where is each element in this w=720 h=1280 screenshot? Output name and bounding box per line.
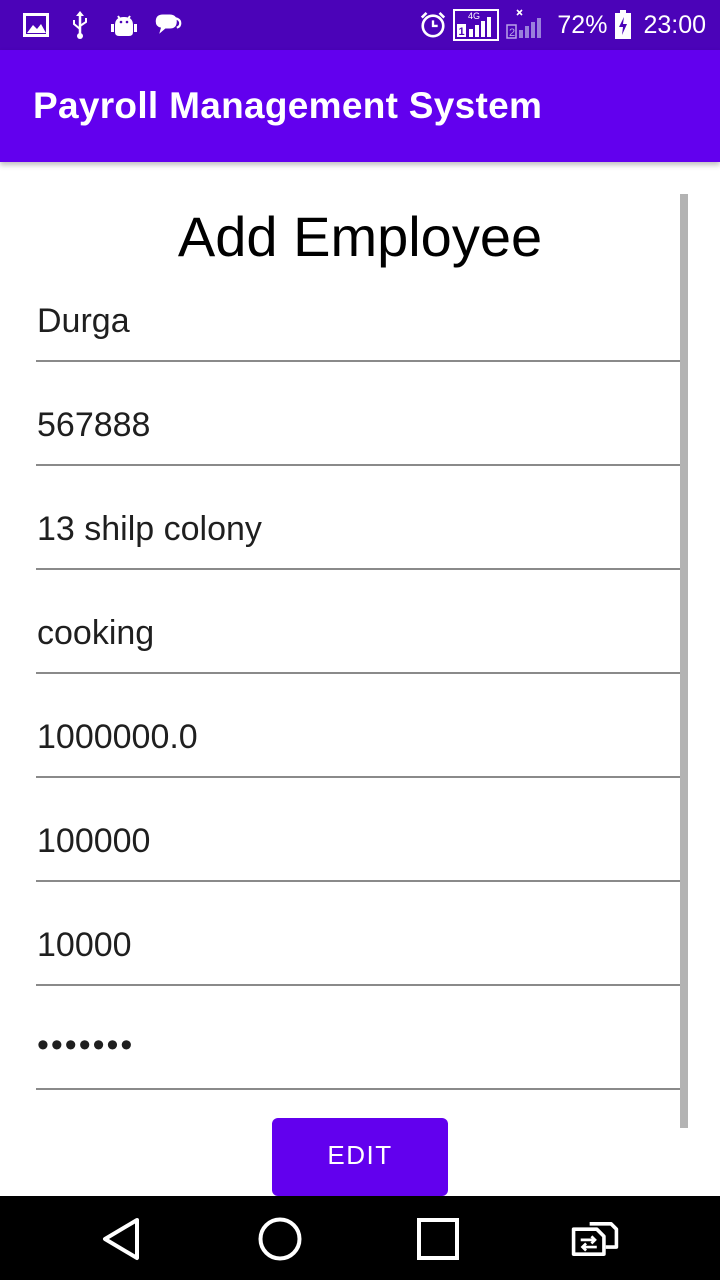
svg-text:1: 1 [459, 26, 465, 38]
alarm-icon [419, 11, 447, 39]
salary-field-value: 1000000.0 [37, 718, 198, 756]
address-field-value: 13 shilp colony [37, 510, 262, 548]
allowance-field[interactable]: 100000 [36, 812, 680, 882]
allowance-field-value: 100000 [37, 822, 151, 860]
gallery-icon [22, 11, 50, 39]
switch-sim-icon[interactable] [570, 1214, 620, 1264]
form-scroll-view[interactable]: Add Employee Durga 567888 13 shilp colon… [0, 162, 720, 1196]
battery-charging-icon [613, 10, 633, 39]
deduction-field[interactable]: 10000 [36, 916, 680, 986]
svg-text:2: 2 [509, 27, 515, 39]
signal-sim2-icon: 2 [505, 9, 547, 39]
name-field-value: Durga [37, 302, 130, 340]
navigation-bar [0, 1196, 720, 1280]
designation-field-value: cooking [37, 614, 155, 652]
home-icon[interactable] [255, 1214, 305, 1264]
name-field[interactable]: Durga [36, 292, 680, 362]
address-field[interactable]: 13 shilp colony [36, 500, 680, 570]
status-bar: 4G 1 2 72% 23:00 [0, 0, 720, 50]
scrollbar[interactable] [680, 194, 688, 1128]
chat-icon [154, 11, 182, 39]
designation-field[interactable]: cooking [36, 604, 680, 674]
app-bar: Payroll Management System [0, 50, 720, 162]
status-left [22, 11, 182, 39]
android-debug-icon [110, 11, 138, 39]
password-field-value: ••••••• [37, 1026, 135, 1064]
page-title: Add Employee [177, 205, 543, 268]
edit-button[interactable]: EDIT [272, 1118, 448, 1196]
app-title: Payroll Management System [33, 85, 543, 126]
recents-icon[interactable] [413, 1214, 463, 1264]
clock: 23:00 [643, 10, 706, 39]
phone-field-value: 567888 [37, 406, 151, 444]
battery-percent: 72% [557, 10, 608, 39]
signal-sim1-icon: 4G 1 [453, 9, 500, 41]
salary-field[interactable]: 1000000.0 [36, 708, 680, 778]
back-icon[interactable] [96, 1214, 146, 1264]
password-field[interactable]: ••••••• [36, 1020, 680, 1090]
svg-text:4G: 4G [468, 11, 480, 21]
status-right: 4G 1 2 72% 23:00 [419, 9, 706, 41]
deduction-field-value: 10000 [37, 926, 132, 964]
usb-icon [66, 11, 94, 39]
phone-field[interactable]: 567888 [36, 396, 680, 466]
edit-button-label: EDIT [327, 1140, 393, 1170]
